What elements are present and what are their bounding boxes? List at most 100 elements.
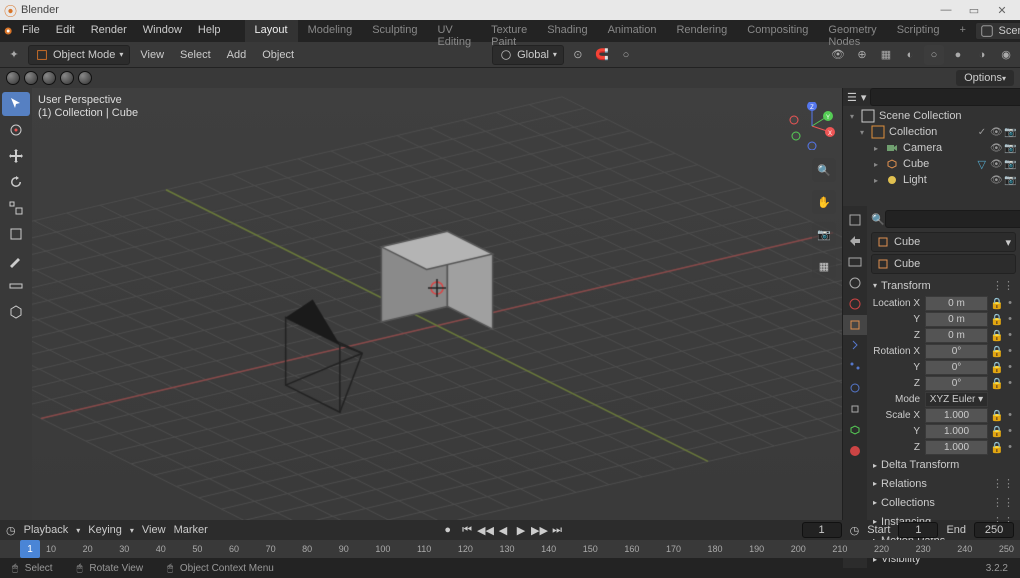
end-frame-field[interactable]: 250 [974, 522, 1014, 538]
tool-cursor[interactable] [2, 118, 30, 142]
timeline-view[interactable]: View [142, 524, 166, 536]
tool-move[interactable] [2, 144, 30, 168]
tab-shading[interactable]: Shading [537, 20, 597, 42]
ptab-world[interactable] [843, 294, 867, 314]
scale-y-field[interactable]: 1.000 [925, 424, 988, 439]
pivot-icon[interactable]: ⊙ [568, 45, 588, 65]
timeline-playback[interactable]: Playback [24, 524, 69, 536]
snap-icon[interactable]: 🧲 [592, 45, 612, 65]
minimize-button[interactable]: — [932, 4, 960, 16]
start-frame-field[interactable]: 1 [898, 522, 938, 538]
tab-add[interactable]: + [949, 20, 971, 42]
current-frame-field[interactable]: 1 [802, 522, 842, 538]
options-dropdown[interactable]: Options▾ [956, 70, 1014, 86]
nav-gizmo[interactable]: X Y Z [788, 102, 836, 150]
location-z-field[interactable]: 0 m [925, 328, 988, 343]
submenu-select[interactable]: Select [174, 49, 217, 61]
matcap-ball[interactable] [78, 71, 92, 85]
play-icon[interactable]: ▶ [513, 524, 529, 537]
tab-geonodes[interactable]: Geometry Nodes [818, 20, 886, 42]
editor-type-icon[interactable]: ◷ [6, 524, 16, 537]
tab-animation[interactable]: Animation [598, 20, 667, 42]
timeline-keying[interactable]: Keying [88, 524, 122, 536]
panel-delta[interactable]: ▸Delta Transform [871, 456, 1016, 474]
rotation-mode-field[interactable]: XYZ Euler ▾ [925, 392, 988, 407]
rotation-z-field[interactable]: 0° [925, 376, 988, 391]
tool-measure[interactable] [2, 274, 30, 298]
matcap-ball[interactable] [42, 71, 56, 85]
tab-layout[interactable]: Layout [245, 20, 298, 42]
ptab-render[interactable] [843, 210, 867, 230]
scene-selector[interactable]: Scene [975, 22, 1020, 40]
ptab-viewlayer[interactable] [843, 252, 867, 272]
proportional-icon[interactable]: ○ [616, 45, 636, 65]
menu-window[interactable]: Window [135, 20, 190, 42]
close-button[interactable]: ✕ [988, 4, 1016, 17]
visibility-icon[interactable]: 👁 [828, 45, 848, 65]
pan-icon[interactable]: ✋ [812, 190, 836, 214]
rotation-x-field[interactable]: 0° [925, 344, 988, 359]
ptab-physics[interactable] [843, 378, 867, 398]
next-key-icon[interactable]: ▶▶ [531, 524, 547, 537]
panel-relations[interactable]: ▸Relations⋮⋮ [871, 474, 1016, 493]
mode-selector[interactable]: Object Mode ▾ [28, 45, 130, 65]
tab-rendering[interactable]: Rendering [666, 20, 737, 42]
submenu-add[interactable]: Add [221, 49, 253, 61]
menu-file[interactable]: File [14, 20, 48, 42]
tool-rotate[interactable] [2, 170, 30, 194]
breadcrumb[interactable]: Cube▾ [871, 232, 1016, 252]
tab-scripting[interactable]: Scripting [887, 20, 950, 42]
3d-viewport[interactable]: User Perspective (1) Collection | Cube X… [32, 88, 842, 520]
ptab-scene[interactable] [843, 273, 867, 293]
property-search[interactable] [885, 210, 1020, 228]
play-rev-icon[interactable]: ◀ [495, 524, 511, 537]
panel-transform[interactable]: ▾Transform⋮⋮ [871, 276, 1016, 295]
ptab-modifier[interactable] [843, 336, 867, 356]
tool-scale[interactable] [2, 196, 30, 220]
xray-icon[interactable]: ◐ [900, 45, 920, 65]
shading-wireframe-icon[interactable]: ○ [924, 45, 944, 65]
tab-sculpting[interactable]: Sculpting [362, 20, 427, 42]
preview-range-icon[interactable]: ◷ [850, 524, 860, 537]
playhead[interactable]: 1 [20, 540, 40, 558]
autokey-icon[interactable]: ● [444, 524, 451, 536]
matcap-ball[interactable] [60, 71, 74, 85]
tool-transform[interactable] [2, 222, 30, 246]
timeline-marker[interactable]: Marker [174, 524, 208, 536]
location-y-field[interactable]: 0 m [925, 312, 988, 327]
menu-edit[interactable]: Edit [48, 20, 83, 42]
matcap-ball[interactable] [6, 71, 20, 85]
rotation-y-field[interactable]: 0° [925, 360, 988, 375]
editor-type-icon[interactable]: ✦ [4, 45, 24, 65]
tool-annotate[interactable] [2, 248, 30, 272]
matcap-ball[interactable] [24, 71, 38, 85]
submenu-object[interactable]: Object [256, 49, 300, 61]
maximize-button[interactable]: ▭ [960, 4, 988, 17]
display-mode-icon[interactable]: ▾ [861, 91, 867, 104]
tool-add-cube[interactable] [2, 300, 30, 324]
tab-texpaint[interactable]: Texture Paint [481, 20, 537, 42]
menu-help[interactable]: Help [190, 20, 229, 42]
tab-modeling[interactable]: Modeling [298, 20, 363, 42]
tab-uv[interactable]: UV Editing [427, 20, 481, 42]
panel-collections[interactable]: ▸Collections⋮⋮ [871, 493, 1016, 512]
scale-z-field[interactable]: 1.000 [925, 440, 988, 455]
camera-view-icon[interactable]: 📷 [812, 222, 836, 246]
prev-key-icon[interactable]: ◀◀ [477, 524, 493, 537]
timeline-ruler[interactable]: 1 10203040506070809010011012013014015016… [0, 540, 1020, 558]
tab-compositing[interactable]: Compositing [737, 20, 818, 42]
perspective-icon[interactable]: ▦ [812, 254, 836, 278]
location-x-field[interactable]: 0 m [925, 296, 988, 311]
shading-matprev-icon[interactable]: ◑ [972, 45, 992, 65]
menu-render[interactable]: Render [83, 20, 135, 42]
ptab-data[interactable] [843, 420, 867, 440]
ptab-object[interactable] [843, 315, 867, 335]
tool-select[interactable] [2, 92, 30, 116]
editor-type-icon[interactable]: ☰ [847, 91, 857, 104]
outliner-search[interactable] [870, 88, 1020, 106]
ptab-output[interactable] [843, 231, 867, 251]
jump-end-icon[interactable]: ⏭ [549, 524, 565, 537]
submenu-view[interactable]: View [134, 49, 170, 61]
gizmo-icon[interactable]: ⊕ [852, 45, 872, 65]
outliner-tree[interactable]: ▾ Scene Collection ▾ Collection ✓👁📷 ▸ Ca… [843, 106, 1020, 206]
